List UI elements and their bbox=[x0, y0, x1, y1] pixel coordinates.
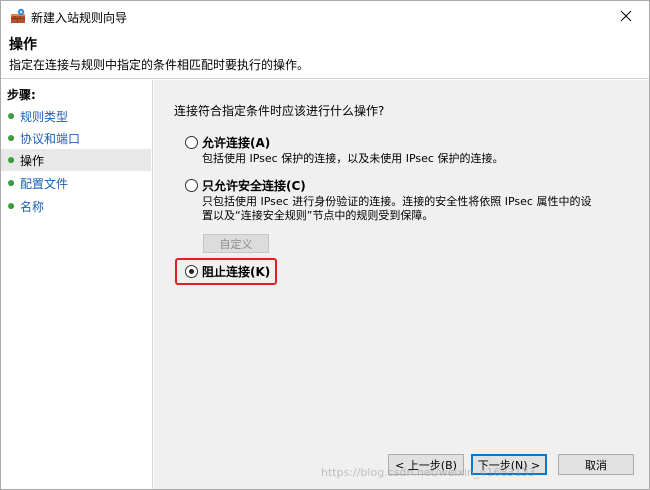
wizard-window: 新建入站规则向导 操作 指定在连接与规则中指定的条件相匹配时要执行的操作。 步骤… bbox=[0, 0, 650, 490]
sidebar-item-label: 操作 bbox=[20, 153, 45, 168]
sidebar-item-label: 名称 bbox=[20, 199, 45, 214]
customize-button[interactable]: 自定义 bbox=[203, 234, 269, 253]
step-dot-icon bbox=[8, 180, 14, 186]
action-question: 连接符合指定条件时应该进行什么操作? bbox=[174, 104, 385, 118]
sidebar-item-action[interactable]: 操作 bbox=[1, 149, 151, 171]
page-title: 操作 bbox=[9, 37, 37, 53]
allow-secure-connection-radio[interactable] bbox=[185, 179, 198, 192]
block-connection-radio[interactable] bbox=[185, 265, 198, 278]
sidebar-item-rule-type[interactable]: 规则类型 bbox=[1, 105, 151, 127]
allow-secure-description-line2: 置以及“连接安全规则”节点中的规则受到保障。 bbox=[202, 209, 434, 222]
sidebar-item-profile[interactable]: 配置文件 bbox=[1, 172, 151, 194]
cancel-button[interactable]: 取消 bbox=[558, 454, 634, 475]
close-button[interactable] bbox=[603, 1, 649, 31]
allow-connection-radio[interactable] bbox=[185, 136, 198, 149]
allow-connection-description: 包括使用 IPsec 保护的连接，以及未使用 IPsec 保护的连接。 bbox=[202, 152, 504, 165]
sidebar-item-name[interactable]: 名称 bbox=[1, 195, 151, 217]
step-dot-icon bbox=[8, 203, 14, 209]
wizard-header: 操作 指定在连接与规则中指定的条件相匹配时要执行的操作。 bbox=[1, 31, 649, 79]
allow-connection-label[interactable]: 允许连接(A) bbox=[202, 134, 270, 151]
allow-secure-description-line1: 只包括使用 IPsec 进行身份验证的连接。连接的安全性将依照 IPsec 属性… bbox=[202, 195, 592, 208]
steps-sidebar: 步骤: 规则类型 协议和端口 操作 配置文件 名称 bbox=[1, 80, 153, 489]
sidebar-item-label: 规则类型 bbox=[20, 109, 69, 124]
allow-secure-connection-label[interactable]: 只允许安全连接(C) bbox=[202, 177, 306, 194]
watermark: https://blog.csdn.net/weixin_41683133 bbox=[321, 466, 536, 479]
block-connection-label[interactable]: 阻止连接(K) bbox=[202, 263, 270, 280]
step-dot-icon bbox=[8, 113, 14, 119]
step-dot-icon bbox=[8, 135, 14, 141]
page-subtitle: 指定在连接与规则中指定的条件相匹配时要执行的操作。 bbox=[9, 58, 310, 72]
sidebar-item-protocol-port[interactable]: 协议和端口 bbox=[1, 127, 151, 149]
close-icon bbox=[620, 10, 632, 22]
main-panel: 连接符合指定条件时应该进行什么操作? 允许连接(A) 包括使用 IPsec 保护… bbox=[154, 80, 649, 489]
window-title: 新建入站规则向导 bbox=[31, 11, 128, 25]
steps-label: 步骤: bbox=[7, 88, 36, 102]
sidebar-item-label: 配置文件 bbox=[20, 176, 69, 191]
step-dot-icon bbox=[8, 157, 14, 163]
firewall-wall-icon bbox=[10, 8, 26, 24]
sidebar-item-label: 协议和端口 bbox=[20, 131, 81, 146]
title-bar[interactable]: 新建入站规则向导 bbox=[1, 1, 649, 31]
